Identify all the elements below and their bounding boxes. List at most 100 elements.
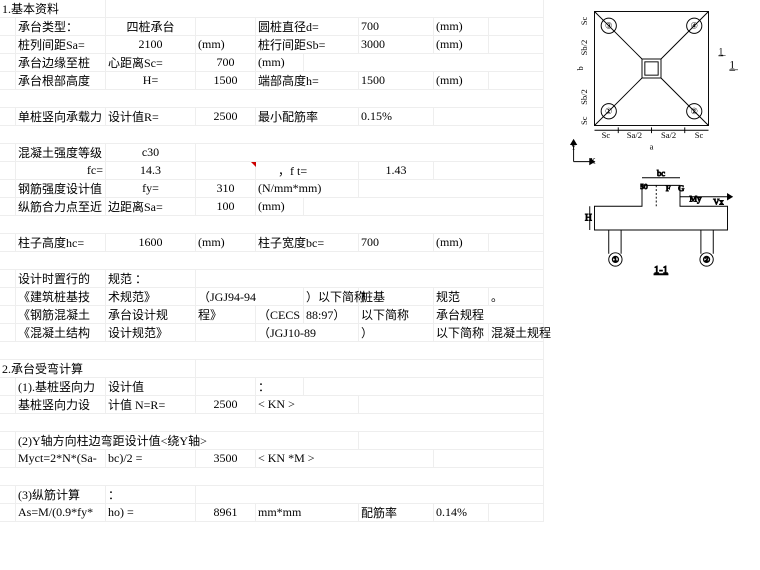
section-2-title: 2.承台受弯计算 [0, 360, 196, 378]
label: 设计值R= [106, 108, 196, 126]
unit: (mm) [256, 198, 304, 216]
section-label: 1-1 [654, 265, 668, 276]
text: 以下简称 [434, 324, 489, 342]
formula: ho) = [106, 504, 196, 522]
value[interactable]: 2500 [196, 108, 256, 126]
label: 圆桩直径d= [256, 18, 359, 36]
label: H= [106, 72, 196, 90]
value[interactable]: 1500 [359, 72, 434, 90]
dim-sa2-b: Sa/2 [661, 130, 676, 140]
label: 计值 N=R= [106, 396, 196, 414]
label: 钢筋强度设计值 [16, 180, 106, 198]
formula: bc)/2 = [106, 450, 196, 468]
label: 设计值 [106, 378, 196, 396]
label: 桩行间距Sb= [256, 36, 359, 54]
unit: (mm) [434, 234, 489, 252]
value[interactable]: 100 [196, 198, 256, 216]
label: ： [256, 378, 304, 396]
unit: (N/mm*mm) [256, 180, 359, 198]
label: 承台类型： [16, 18, 106, 36]
lbl-vx: Vx [713, 196, 724, 206]
formula: As=M/(0.9*fy* [16, 504, 106, 522]
value[interactable]: 1600 [106, 234, 196, 252]
value[interactable]: 2500 [196, 396, 256, 414]
value[interactable]: 8961 [196, 504, 256, 522]
unit: (mm) [434, 36, 489, 54]
dim-bc: bc [657, 168, 665, 178]
dim-50: 50 [640, 182, 648, 191]
dim-b: b [575, 66, 585, 70]
unit: (mm) [196, 234, 256, 252]
value[interactable]: 四桩承台 [106, 18, 196, 36]
value[interactable]: 700 [359, 18, 434, 36]
label: 纵筋合力点至近 [16, 198, 106, 216]
pile-label-3: ③ [605, 21, 613, 31]
text: （JGJ94-94 [196, 288, 304, 306]
unit: mm*mm [256, 504, 359, 522]
unit: (mm) [196, 36, 256, 54]
value[interactable]: 3000 [359, 36, 434, 54]
unit: < KN *M > [256, 450, 434, 468]
value[interactable]: 700 [359, 234, 434, 252]
text: 规范 [434, 288, 489, 306]
pile-label-4: ④ [690, 21, 698, 31]
dim-sc-v: Sc [579, 17, 589, 26]
dim-h: H [585, 214, 592, 224]
label: 最小配筋率 [256, 108, 359, 126]
value[interactable]: 700 [196, 54, 256, 72]
section-mark-top: 1̲ [718, 47, 726, 57]
pt-g: G [678, 183, 684, 193]
section-1-title: 1.基本资料 [0, 0, 106, 18]
label: 设计时置行的 [16, 270, 106, 288]
text: ）以下简称 [304, 288, 359, 306]
value[interactable]: 14.3 [106, 162, 196, 180]
dim-sb2: Sb/2 [579, 40, 589, 56]
pile-label-2: ② [690, 106, 698, 116]
text: （CECS [256, 306, 304, 324]
unit: (mm) [434, 72, 489, 90]
label: fy= [106, 180, 196, 198]
text: 《建筑桩基技 [16, 288, 106, 306]
value[interactable]: 1500 [196, 72, 256, 90]
dim-a: a [650, 141, 654, 151]
text: 承台设计规 [106, 306, 196, 324]
value[interactable]: 3500 [196, 450, 256, 468]
label: 单桩竖向承载力 [16, 108, 106, 126]
pile-label-1: ① [605, 106, 613, 116]
unit: < KN > [256, 396, 359, 414]
label: (1).基桩竖向力 [16, 378, 106, 396]
dim-sc-v2: Sc [579, 116, 589, 125]
dim-sb2-b: Sb/2 [579, 89, 589, 105]
text: 88:97） [304, 306, 359, 324]
label: 混凝土强度等级 [16, 144, 106, 162]
text: 混凝土规程 [489, 324, 544, 342]
text: 承台规程 [434, 306, 544, 324]
value[interactable]: 1.43 [359, 162, 434, 180]
dim-sa2: Sa/2 [627, 130, 642, 140]
label: 承台根部高度 [16, 72, 106, 90]
value[interactable]: 310 [196, 180, 256, 198]
label: (2)Y轴方向柱边弯距设计值<绕Y轴> [16, 432, 359, 450]
text: 桩基 [359, 288, 434, 306]
text: 术规范》 [106, 288, 196, 306]
text: 《混凝土结构 [16, 324, 106, 342]
spreadsheet-grid: 1.基本资料 承台类型： 四桩承台 圆桩直径d= 700 (mm) 桩列间距Sa… [0, 0, 544, 522]
lbl-my: My [690, 194, 703, 204]
value[interactable]: 0.15% [359, 108, 434, 126]
label: fc= [16, 162, 106, 180]
pile-sec-2: ② [703, 254, 711, 264]
pt-f: F [666, 183, 671, 193]
formula: Myct=2*N*(Sa- [16, 450, 106, 468]
text: 设计规范》 [106, 324, 196, 342]
value[interactable]: c30 [106, 144, 196, 162]
label: 配筋率 [359, 504, 434, 522]
dim-sc: Sc [602, 130, 611, 140]
value[interactable]: 2100 [106, 36, 196, 54]
text: 程》 [196, 306, 256, 324]
value: 0.14% [434, 504, 489, 522]
text: （JGJ10-89 [256, 324, 359, 342]
label: 柱子高度hc= [16, 234, 106, 252]
label: (3)纵筋计算 [16, 486, 106, 504]
label: 边距离Sa= [106, 198, 196, 216]
section-mark: 1̲ [729, 60, 738, 72]
